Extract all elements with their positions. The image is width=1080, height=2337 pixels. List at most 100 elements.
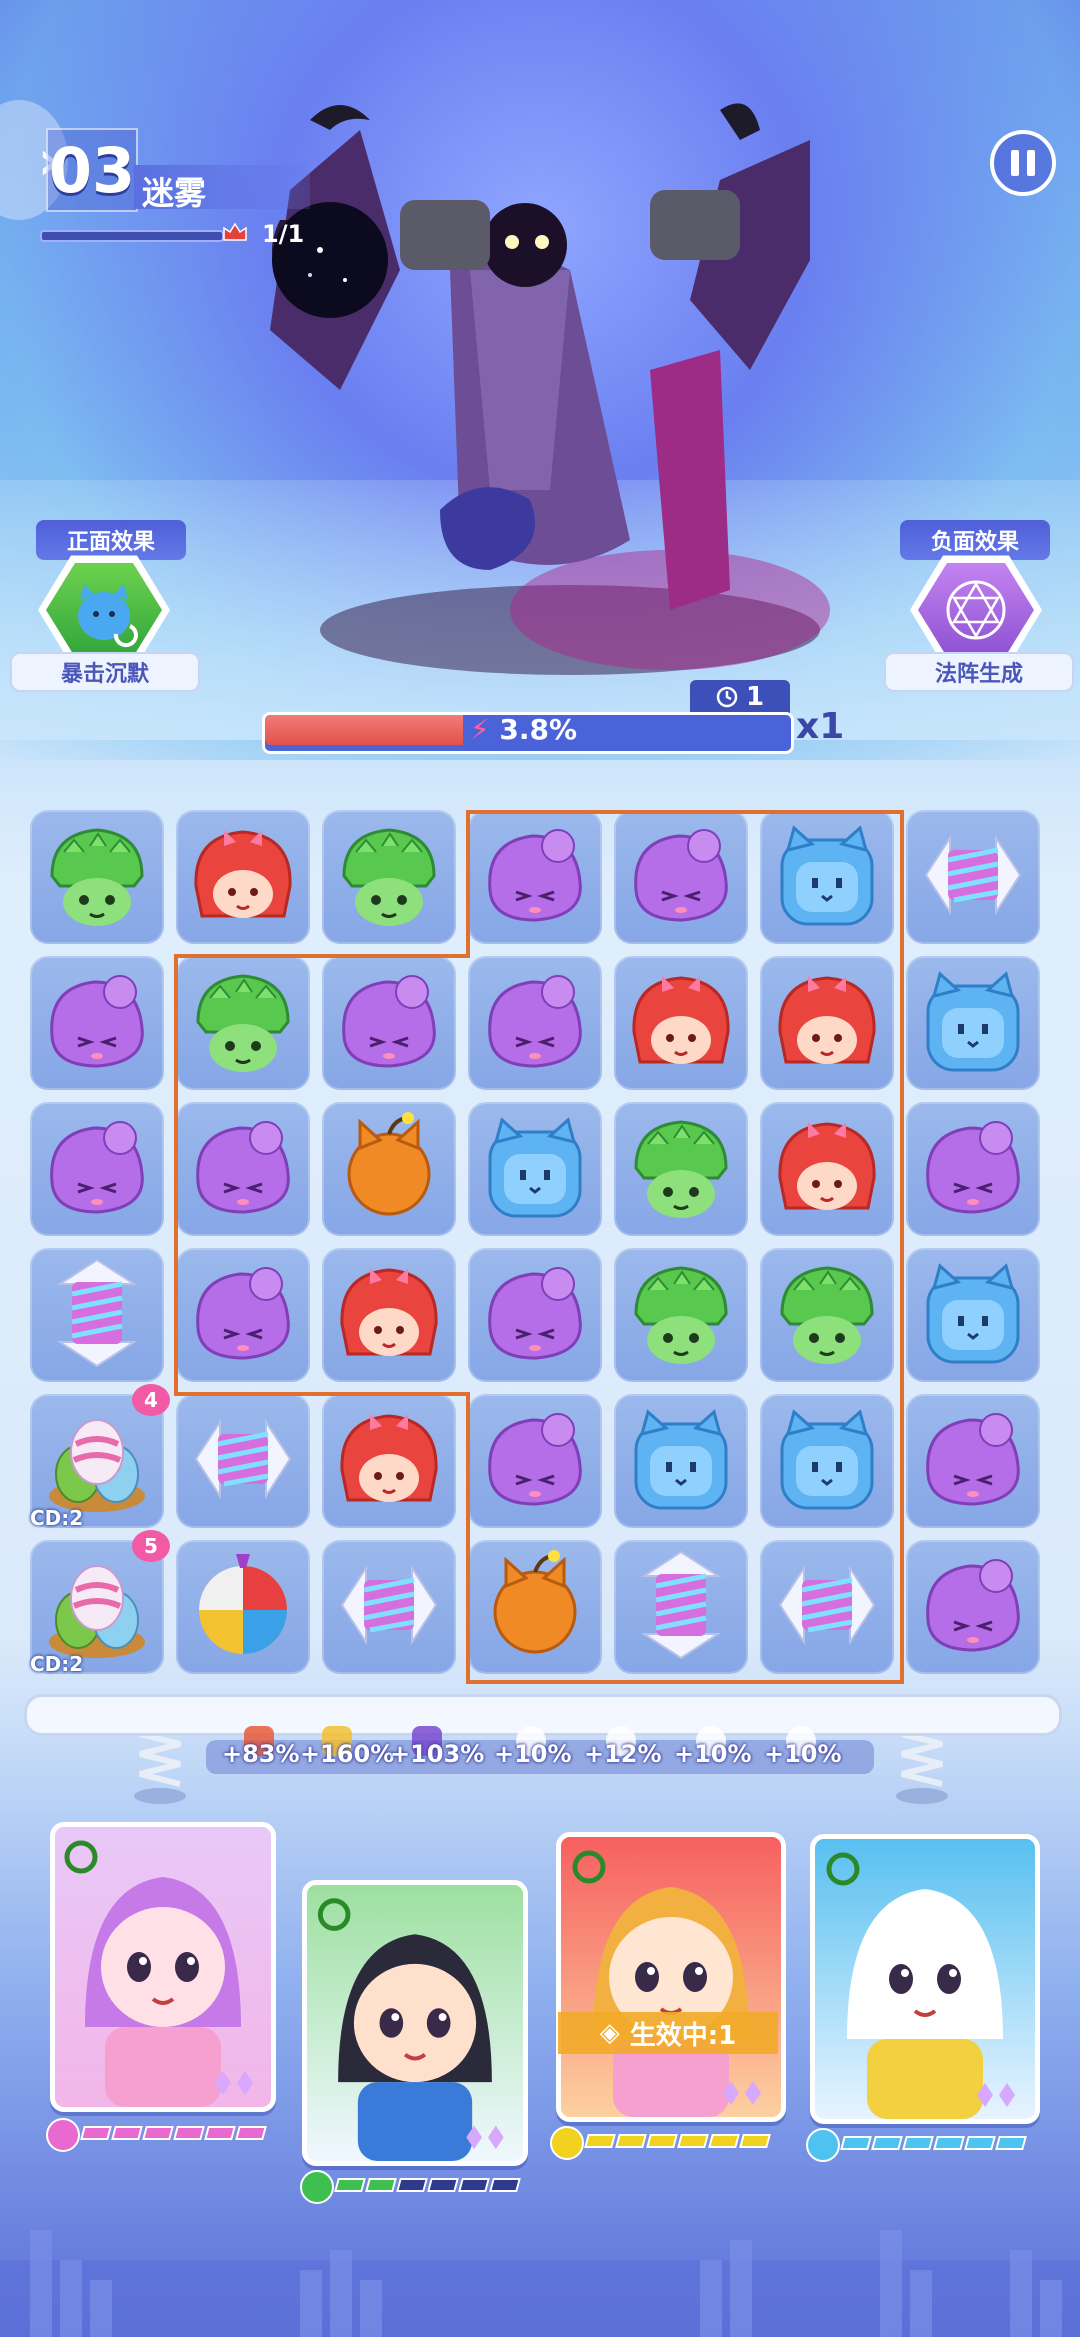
board-cell[interactable] <box>322 956 456 1090</box>
purple-tile-icon <box>488 975 582 1068</box>
energy-segment <box>458 2178 490 2192</box>
board-cell[interactable] <box>760 1102 894 1236</box>
board-cell[interactable] <box>760 810 894 944</box>
energy-segment <box>871 2136 903 2150</box>
board-cell[interactable] <box>468 1540 602 1674</box>
board-cell[interactable] <box>906 1540 1040 1674</box>
v-arrow-tile-icon <box>56 1258 138 1368</box>
board-cell[interactable] <box>614 810 748 944</box>
redhair-tile-icon <box>778 976 876 1064</box>
board-cell[interactable] <box>322 810 456 944</box>
redhair-tile-icon <box>778 1122 876 1210</box>
hero-portrait-icon <box>317 1898 504 2161</box>
beachball-tile-icon <box>199 1554 287 1654</box>
hero-portrait-icon <box>572 1850 761 2117</box>
dragon-tile-icon <box>634 1120 728 1218</box>
hero-buff-text: 生效中:1 <box>629 2020 737 2051</box>
energy-segment <box>235 2126 267 2140</box>
pause-icon <box>1007 150 1039 176</box>
purple-tile-icon <box>926 1121 1020 1214</box>
energy-segment <box>902 2136 934 2150</box>
board-cell[interactable] <box>614 1248 748 1382</box>
board-cell[interactable]: 5 CD:2 <box>30 1530 170 1676</box>
bluecat-tile-icon <box>926 1263 1020 1364</box>
board-cell[interactable] <box>760 1248 894 1382</box>
energy-segment <box>840 2136 872 2150</box>
board-cell[interactable] <box>322 1394 456 1528</box>
turn-timer: 1 <box>690 680 790 714</box>
hero-card-astro-bear[interactable] <box>810 1834 1040 2124</box>
board-cell[interactable] <box>468 1248 602 1382</box>
board-cell[interactable] <box>760 1394 894 1528</box>
board-cell[interactable] <box>30 1248 164 1382</box>
hero-element-icon <box>806 2128 840 2162</box>
board-cell[interactable] <box>906 1102 1040 1236</box>
board-cell[interactable] <box>468 956 602 1090</box>
board-cell[interactable] <box>176 1394 310 1528</box>
board-cell[interactable] <box>614 1540 748 1674</box>
hero-portrait-icon <box>826 1852 1015 2119</box>
hero-energy-bar <box>334 2178 521 2194</box>
purple-tile-icon <box>50 975 144 1068</box>
boost-value: +12% <box>584 1740 662 1768</box>
energy-segment <box>111 2126 143 2140</box>
energy-segment <box>584 2134 616 2148</box>
board-cell[interactable] <box>30 956 164 1090</box>
board-cell[interactable] <box>760 1540 894 1674</box>
damage-progress-fill <box>265 715 463 745</box>
board-cell[interactable] <box>176 1248 310 1382</box>
hero-portrait-icon <box>64 1840 253 2107</box>
board-cell[interactable] <box>176 1540 310 1674</box>
board-cell[interactable]: 4 CD:2 <box>30 1384 170 1530</box>
negative-effect-title: 负面效果 <box>900 520 1050 560</box>
board-cell[interactable] <box>614 956 748 1090</box>
enemy-icon <box>223 222 247 241</box>
boost-value: +103% <box>390 1740 485 1768</box>
bluecat-tile-icon <box>780 825 874 926</box>
clock-icon <box>716 686 738 708</box>
board-cell[interactable] <box>176 810 310 944</box>
board-cell[interactable] <box>614 1102 748 1236</box>
board-cell[interactable] <box>30 1102 164 1236</box>
speed-multiplier[interactable]: x1 <box>796 706 844 747</box>
board-cell[interactable] <box>322 1248 456 1382</box>
board-cell[interactable] <box>176 956 310 1090</box>
energy-segment <box>995 2136 1027 2150</box>
purple-tile-icon <box>488 1267 582 1360</box>
hero-energy-bar <box>584 2134 771 2150</box>
board-cell[interactable] <box>760 956 894 1090</box>
boost-value: +10% <box>494 1740 572 1768</box>
hero-card-dragon-boy[interactable] <box>302 1880 528 2166</box>
board-cell[interactable] <box>468 1102 602 1236</box>
board-cell[interactable] <box>906 1394 1040 1528</box>
board-cell[interactable] <box>906 956 1040 1090</box>
board-cell[interactable] <box>906 1248 1040 1382</box>
dragon-tile-icon <box>196 974 290 1072</box>
purple-tile-icon <box>926 1559 1020 1652</box>
board-rail <box>24 1694 1062 1736</box>
board-cell[interactable] <box>614 1394 748 1528</box>
pause-button[interactable] <box>990 130 1056 196</box>
hero-card-red-girl[interactable] <box>556 1832 786 2122</box>
energy-segment <box>739 2134 771 2148</box>
h-arrow-tile-icon <box>778 1564 876 1646</box>
negative-effect-label: 法阵生成 <box>884 652 1074 692</box>
eggs-tile-icon <box>49 1419 145 1512</box>
dragon-tile-icon <box>780 1266 874 1364</box>
board-cell[interactable] <box>176 1102 310 1236</box>
board-cell[interactable] <box>322 1102 456 1236</box>
hero-buff-status: ◈ 生效中:1 <box>558 2012 778 2054</box>
purple-tile-icon <box>488 1413 582 1506</box>
hero-card-pink-girl[interactable] <box>50 1822 276 2112</box>
board-cell[interactable] <box>322 1540 456 1674</box>
positive-effect-title: 正面效果 <box>36 520 186 560</box>
energy-segment <box>677 2134 709 2148</box>
eggs-tile-icon <box>49 1565 145 1658</box>
energy-segment <box>80 2126 112 2140</box>
redhair-tile-icon <box>194 830 292 918</box>
board-cell[interactable] <box>30 810 164 944</box>
board-cell[interactable] <box>906 810 1040 944</box>
board-cell[interactable] <box>468 810 602 944</box>
energy-segment <box>489 2178 521 2192</box>
board-cell[interactable] <box>468 1394 602 1528</box>
